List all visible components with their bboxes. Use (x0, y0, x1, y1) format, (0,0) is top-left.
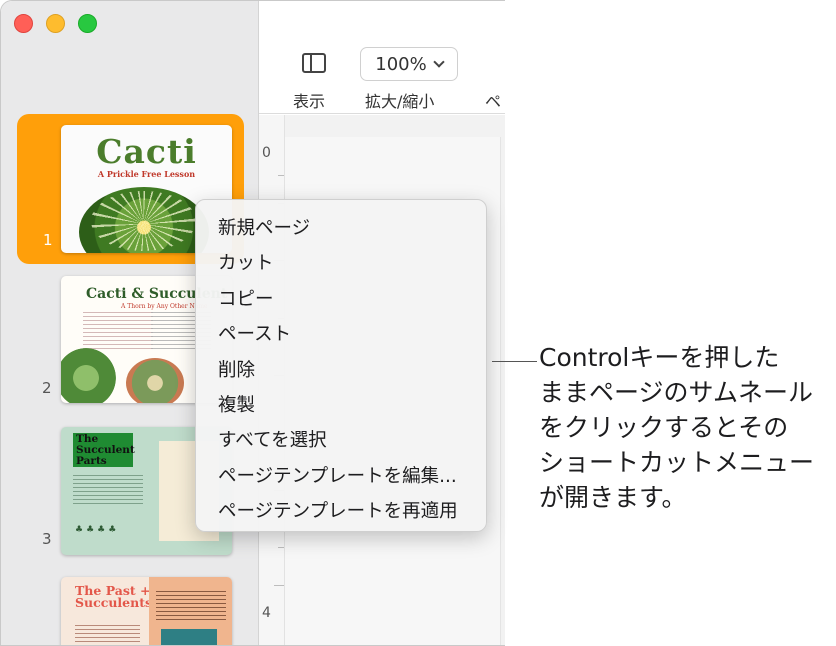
zoom-label: 拡大/縮小 (365, 92, 435, 111)
body-text-lines (156, 591, 226, 621)
succulent-image (61, 348, 116, 403)
callout-leader-line (492, 361, 537, 362)
menu-item-copy[interactable]: コピー (218, 285, 274, 311)
callout-text: Controlキーを押した ままページのサムネール をクリックするとその ショー… (539, 340, 834, 515)
body-text-lines (83, 312, 153, 352)
menu-item-delete[interactable]: 削除 (218, 356, 255, 382)
photo-image (161, 629, 217, 645)
ruler-mark: 4 (262, 605, 271, 621)
menu-item-edit-page-template[interactable]: ページテンプレートを編集... (218, 462, 457, 488)
window-controls (14, 14, 97, 33)
callout-line-2: ままページのサムネール (539, 378, 814, 407)
maximize-window-button[interactable] (78, 14, 97, 33)
view-label: 表示 (293, 92, 326, 111)
minimize-window-button[interactable] (46, 14, 65, 33)
body-text-lines (73, 475, 143, 505)
callout-line-5: が開きます。 (539, 483, 687, 512)
thumbnail-number: 1 (43, 231, 53, 249)
zoom-popup-button[interactable]: 100% (360, 47, 458, 81)
chevron-down-icon (433, 56, 445, 68)
callout-line-1: Controlキーを押した (539, 343, 780, 372)
menu-item-duplicate[interactable]: 複製 (218, 391, 255, 417)
toolbar: 表示 100% 拡大/縮小 ペ (259, 1, 505, 114)
thumbnail-number: 2 (42, 379, 52, 397)
zoom-value: 100% (375, 53, 427, 75)
menu-item-cut[interactable]: カット (218, 249, 274, 275)
menu-item-select-all[interactable]: すべてを選択 (218, 426, 327, 452)
close-window-button[interactable] (14, 14, 33, 33)
menu-item-paste[interactable]: ペースト (218, 320, 291, 346)
body-text-lines (75, 625, 140, 645)
potted-cactus-image (126, 358, 184, 403)
view-button[interactable] (289, 49, 339, 73)
ruler-mark: 0 (262, 145, 271, 161)
cactus-spines-image (91, 191, 196, 251)
callout-line-3: をクリックするとその (539, 413, 789, 442)
page-add-label: ペ (485, 92, 502, 111)
thumbnail-context-menu: 新規ページ カット コピー ペースト 削除 複製 すべてを選択 ページテンプレー… (195, 199, 487, 532)
thumbnail-subtitle: A Prickle Free Lesson (97, 169, 196, 179)
menu-item-reapply-page-template[interactable]: ページテンプレートを再適用 (218, 497, 458, 523)
page-thumbnail-4[interactable]: The Past + Future of Succulents (61, 577, 232, 645)
menu-item-new-page[interactable]: 新規ページ (218, 214, 310, 240)
sidebar-icon (302, 53, 326, 73)
thumbnail-title: The Succulent Parts (73, 433, 135, 467)
cactus-icons: ♣♣♣♣ (75, 525, 120, 535)
callout-line-4: ショートカットメニュー (539, 448, 815, 477)
thumbnail-number: 3 (42, 530, 52, 548)
thumbnail-title: Cacti (96, 132, 197, 171)
